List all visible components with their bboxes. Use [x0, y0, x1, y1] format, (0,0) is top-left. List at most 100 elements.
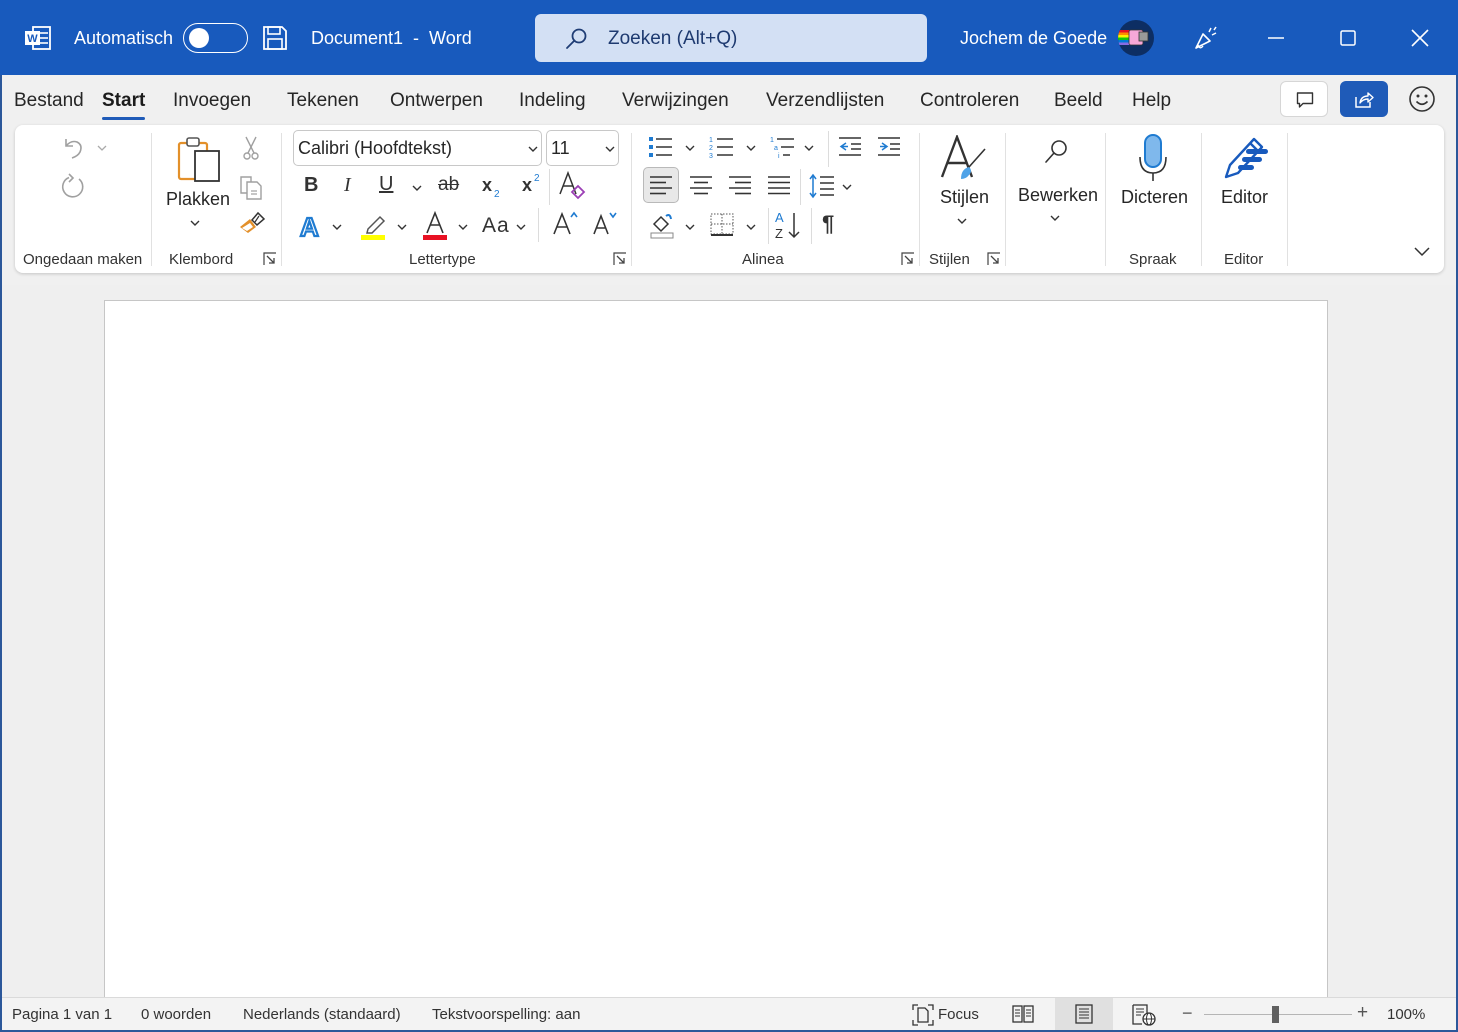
font-size-dropdown[interactable]: 11: [546, 130, 619, 166]
grow-font-icon[interactable]: [551, 210, 579, 238]
document-page[interactable]: [104, 300, 1328, 1020]
bullets-icon[interactable]: [648, 135, 674, 159]
focus-button[interactable]: Focus: [910, 1002, 990, 1028]
zoom-slider-thumb[interactable]: [1272, 1006, 1279, 1023]
font-dialog-launcher-icon[interactable]: [613, 252, 627, 266]
tab-help[interactable]: Help: [1132, 90, 1171, 112]
sort-icon[interactable]: A Z: [773, 209, 803, 241]
tab-controleren[interactable]: Controleren: [920, 90, 1019, 112]
increase-indent-icon[interactable]: [876, 135, 902, 159]
ribbon-display-options-chevron-icon[interactable]: [1414, 247, 1430, 257]
borders-dropdown-chevron-icon[interactable]: [746, 224, 756, 230]
format-painter-icon[interactable]: [238, 211, 266, 237]
tab-indeling[interactable]: Indeling: [519, 90, 586, 112]
avatar[interactable]: [1118, 20, 1154, 56]
numbering-icon[interactable]: 1 2 3: [709, 135, 735, 159]
save-icon[interactable]: [262, 25, 288, 51]
language-indicator[interactable]: Nederlands (standaard): [243, 1006, 401, 1023]
tab-invoegen[interactable]: Invoegen: [173, 90, 251, 112]
show-formatting-marks-icon[interactable]: ¶: [822, 211, 834, 237]
tab-tekenen[interactable]: Tekenen: [287, 90, 359, 112]
editing-dropdown-chevron-icon[interactable]: [1050, 215, 1060, 221]
highlight-dropdown-chevron-icon[interactable]: [397, 224, 407, 230]
font-color-icon[interactable]: [422, 211, 450, 241]
justify-icon[interactable]: [767, 175, 791, 195]
share-button[interactable]: [1340, 81, 1388, 117]
shrink-font-icon[interactable]: [591, 210, 619, 238]
comments-button[interactable]: [1280, 81, 1328, 117]
font-color-dropdown-chevron-icon[interactable]: [458, 224, 468, 230]
print-layout-button[interactable]: [1055, 998, 1113, 1031]
highlight-icon[interactable]: [360, 211, 390, 241]
close-icon[interactable]: [1406, 24, 1434, 52]
line-spacing-icon[interactable]: [808, 173, 836, 199]
dictate-label[interactable]: Dicteren: [1121, 187, 1188, 208]
decrease-indent-icon[interactable]: [837, 135, 863, 159]
italic-icon[interactable]: I: [344, 174, 351, 197]
editing-label[interactable]: Bewerken: [1018, 185, 1098, 206]
subscript-icon[interactable]: x 2: [481, 175, 505, 199]
autosave-toggle[interactable]: [183, 23, 248, 53]
word-count[interactable]: 0 woorden: [141, 1006, 211, 1023]
multilevel-dropdown-chevron-icon[interactable]: [804, 145, 814, 151]
undo-icon[interactable]: [60, 135, 86, 161]
multilevel-list-icon[interactable]: 1 a i: [770, 135, 796, 159]
user-name[interactable]: Jochem de Goede: [960, 28, 1107, 49]
borders-icon[interactable]: [709, 212, 735, 238]
redo-icon[interactable]: [59, 173, 87, 201]
tab-start[interactable]: Start: [102, 90, 146, 120]
tab-verwijzingen[interactable]: Verwijzingen: [622, 90, 729, 112]
paste-dropdown-chevron-icon[interactable]: [190, 220, 200, 226]
styles-icon[interactable]: [939, 135, 989, 183]
coauthoring-icon[interactable]: [1192, 24, 1220, 52]
maximize-icon[interactable]: [1334, 24, 1362, 52]
tab-beeld[interactable]: Beeld: [1054, 90, 1103, 112]
minimize-icon[interactable]: [1262, 24, 1290, 52]
underline-dropdown-chevron-icon[interactable]: [412, 185, 422, 191]
microphone-icon[interactable]: [1136, 133, 1170, 183]
tab-ontwerpen[interactable]: Ontwerpen: [390, 90, 483, 112]
paste-icon[interactable]: [175, 135, 223, 183]
align-center-icon[interactable]: [689, 175, 713, 195]
feedback-smiley-icon[interactable]: [1406, 83, 1438, 115]
clipboard-dialog-launcher-icon[interactable]: [263, 252, 277, 266]
zoom-in-button[interactable]: +: [1357, 1002, 1368, 1024]
align-left-button[interactable]: [643, 167, 679, 203]
tab-bestand[interactable]: Bestand: [14, 90, 84, 112]
underline-icon[interactable]: U: [379, 173, 393, 196]
editor-pen-icon[interactable]: [1220, 133, 1270, 183]
styles-dialog-launcher-icon[interactable]: [987, 252, 1001, 266]
web-layout-icon[interactable]: [1132, 1004, 1156, 1026]
shading-icon[interactable]: [649, 211, 677, 239]
bold-icon[interactable]: B: [304, 174, 318, 197]
change-case-icon[interactable]: Aa: [482, 214, 510, 238]
copy-icon[interactable]: [237, 173, 265, 201]
styles-label[interactable]: Stijlen: [940, 187, 989, 208]
text-effects-icon[interactable]: A: [297, 212, 325, 240]
text-prediction-status[interactable]: Tekstvoorspelling: aan: [432, 1006, 580, 1023]
paste-label[interactable]: Plakken: [166, 189, 230, 210]
strikethrough-icon[interactable]: ab: [438, 174, 459, 196]
cut-icon[interactable]: [239, 135, 263, 161]
zoom-out-button[interactable]: −: [1182, 1003, 1193, 1024]
page-count[interactable]: Pagina 1 van 1: [12, 1006, 112, 1023]
styles-dropdown-chevron-icon[interactable]: [957, 218, 967, 224]
change-case-dropdown-chevron-icon[interactable]: [516, 224, 526, 230]
undo-dropdown-chevron-icon[interactable]: [97, 145, 107, 151]
zoom-level[interactable]: 100%: [1387, 1006, 1425, 1023]
bullets-dropdown-chevron-icon[interactable]: [685, 145, 695, 151]
superscript-icon[interactable]: x 2: [521, 171, 545, 195]
search-input[interactable]: Zoeken (Alt+Q): [535, 14, 927, 62]
font-name-dropdown[interactable]: Calibri (Hoofdtekst): [293, 130, 542, 166]
editor-label[interactable]: Editor: [1221, 187, 1268, 208]
tab-verzendlijsten[interactable]: Verzendlijsten: [766, 90, 884, 112]
shading-dropdown-chevron-icon[interactable]: [685, 224, 695, 230]
text-effects-dropdown-chevron-icon[interactable]: [332, 224, 342, 230]
find-icon[interactable]: [1044, 139, 1070, 167]
align-right-icon[interactable]: [728, 175, 752, 195]
read-mode-icon[interactable]: [1012, 1004, 1034, 1024]
clear-formatting-icon[interactable]: [557, 170, 587, 200]
paragraph-dialog-launcher-icon[interactable]: [901, 252, 915, 266]
numbering-dropdown-chevron-icon[interactable]: [746, 145, 756, 151]
line-spacing-dropdown-chevron-icon[interactable]: [842, 184, 852, 190]
